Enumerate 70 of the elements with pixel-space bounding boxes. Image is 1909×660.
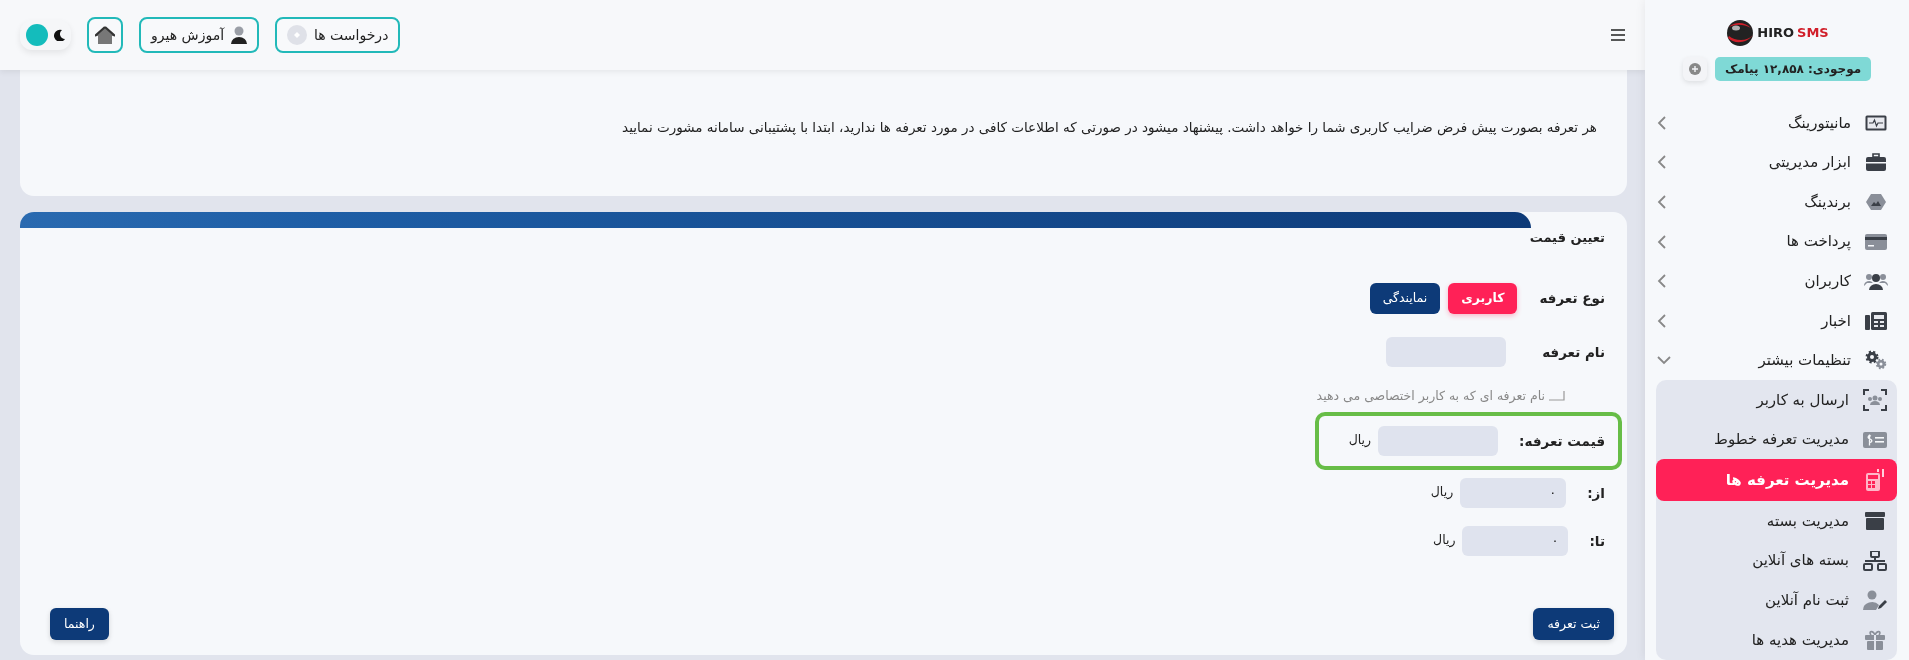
gears-icon (1865, 350, 1887, 371)
chevron-left-icon (1657, 274, 1666, 289)
user-pen-icon (1863, 590, 1887, 611)
users-icon (1864, 272, 1888, 291)
gift-icon (1865, 629, 1885, 650)
person-icon (231, 26, 247, 44)
credit-card-icon (1865, 233, 1887, 250)
moon-icon (54, 29, 65, 41)
box-icon (1865, 512, 1885, 531)
submenu-item[interactable]: بسته های آنلاین (1656, 540, 1897, 581)
submenu-item[interactable]: مدیریت تعرفه خطوط (1656, 419, 1897, 460)
sidebar-item[interactable]: اخبار (1645, 300, 1909, 341)
unit-label: ریال (1348, 431, 1372, 450)
requests-button[interactable]: درخواست ها (275, 17, 401, 53)
submenu-item[interactable]: مدیریت تعرفه ها (1656, 459, 1897, 502)
sidebar-item[interactable]: مانیتورینگ (1645, 103, 1909, 143)
logo-text: HIRO (1757, 24, 1795, 43)
sidebar-item[interactable]: برندینگ (1645, 182, 1909, 222)
circle-icon (287, 25, 307, 45)
chevron-left-icon (1657, 313, 1666, 328)
submenu-item[interactable]: ارسال به کاربر (1656, 380, 1897, 420)
leader-line (1549, 391, 1565, 402)
add-credit-button[interactable] (1682, 57, 1707, 81)
banknote-icon (1863, 431, 1887, 448)
menu-icon (1611, 29, 1625, 41)
network-icon (1863, 550, 1887, 571)
toggle-knob-icon (26, 24, 48, 46)
type-option-button[interactable]: کاربری (1448, 283, 1518, 314)
hint-text: نام تعرفه ای که به کاربر اختصاصی می دهید (1316, 387, 1545, 406)
menu-button[interactable] (1611, 29, 1625, 41)
logo-text: SMS (1797, 24, 1829, 43)
card-title: تعیین قیمت (1528, 229, 1605, 247)
home-icon (95, 26, 115, 44)
field-label: از: (1587, 483, 1605, 503)
submenu-item[interactable]: ثبت نام آنلاین (1656, 580, 1897, 621)
balance-badge: موجودی: ۱۲,۸۵۸ پیامک (1714, 57, 1872, 81)
sidebar-item[interactable]: ابزار مدیریتی (1645, 142, 1909, 183)
field-label: نوع تعرفه (1539, 289, 1605, 309)
chevron-down-icon (1657, 355, 1671, 365)
tutorial-button[interactable]: آموزش هیرو (139, 17, 259, 53)
sphere-logo-icon (1725, 18, 1756, 48)
chevron-left-icon (1657, 234, 1666, 249)
unit-label: ریال (1430, 483, 1454, 502)
field-label: نام تعرفه (1542, 342, 1605, 363)
plus-icon (1688, 63, 1701, 75)
submit-button[interactable]: ثبت تعرفه (1533, 608, 1614, 640)
help-button[interactable]: راهنما (50, 608, 109, 640)
unit-label: ریال (1433, 531, 1456, 550)
sidebar-item[interactable]: کاربران (1645, 261, 1909, 301)
submenu-item[interactable]: مدیریت هدیه ها (1656, 620, 1897, 660)
type-option-button[interactable]: نمایندگی (1369, 283, 1441, 314)
chevron-left-icon (1657, 155, 1666, 170)
theme-toggle[interactable] (20, 20, 71, 50)
hexagon-image-icon (1866, 193, 1886, 211)
briefcase-icon (1866, 153, 1886, 172)
monitor-icon (1865, 114, 1887, 131)
price-field[interactable]: ۰ (1462, 525, 1569, 556)
home-button[interactable] (87, 17, 123, 53)
user-group-scan-icon (1863, 388, 1887, 411)
sidebar-item[interactable]: پرداخت ها (1645, 221, 1909, 262)
chevron-left-icon (1657, 115, 1666, 130)
submenu-item[interactable]: مدیریت بسته (1656, 501, 1897, 541)
field-label: تا: (1589, 531, 1605, 551)
calculator-icon (1864, 469, 1886, 492)
price-field[interactable]: ۰ (1460, 477, 1567, 508)
notice-text: هر تعرفه بصورت پیش فرض ضرایب کاربری شما را خواهد داشت. پیشنهاد میشود در صورتی که اطلاعات کافی در مورد تعرفه ها ندارید، ابتدا با پشتیبانی سامانه مشورت نمایید (621, 118, 1597, 136)
field-label: قیمت تعرفه: (1519, 431, 1605, 451)
sidebar-item[interactable]: تنظیمات بیشتر (1645, 340, 1909, 381)
chevron-left-icon (1657, 195, 1666, 209)
newspaper-icon (1865, 311, 1887, 330)
